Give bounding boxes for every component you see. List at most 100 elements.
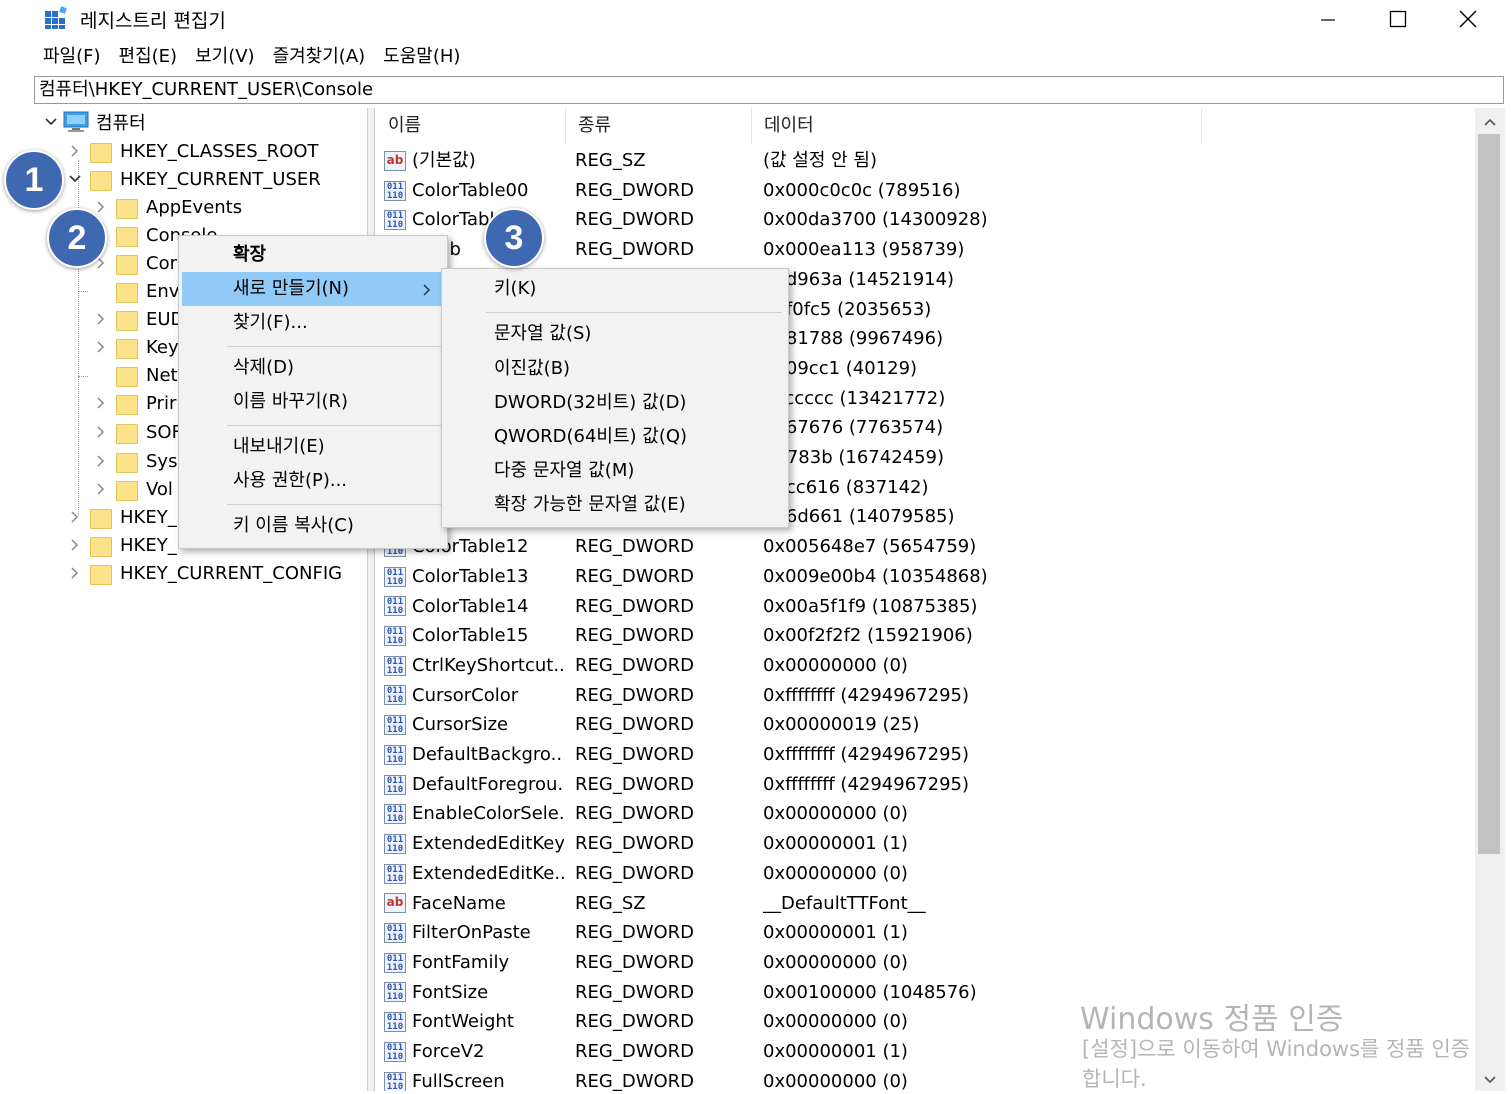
tree-item-software[interactable]: SOF	[92, 418, 182, 446]
tree-item-control-panel[interactable]: Cor	[92, 249, 177, 277]
binary-value-icon: 011110	[384, 180, 406, 201]
menu-bar: 파일(F) 편집(E) 보기(V) 즐겨찾기(A) 도움말(H)	[34, 44, 469, 72]
chevron-right-icon[interactable]	[92, 389, 110, 417]
menu-item-new[interactable]: 새로 만들기(N)	[233, 272, 349, 306]
table-row[interactable]: 011110ColorTable12REG_DWORD0x005648e7 (5…	[376, 532, 1376, 562]
scroll-thumb[interactable]	[1478, 134, 1500, 854]
chevron-up-icon	[1484, 118, 1496, 126]
submenu-item-expandable-string-value[interactable]: 확장 가능한 문자열 값(E)	[494, 488, 686, 522]
value-name-cell: 011 110 FontWeight	[384, 1007, 564, 1037]
binary-value-icon: 011110	[384, 952, 406, 973]
submenu-item-dword-value[interactable]: DWORD(32비트) 값(D)	[494, 386, 686, 420]
menu-item-delete[interactable]: 삭제(D)	[233, 351, 294, 385]
menu-view[interactable]: 보기(V)	[186, 44, 263, 72]
value-name-cell: 011 110 CtrlKeyShortcut...	[384, 651, 564, 681]
menu-item-permissions[interactable]: 사용 권한(P)...	[233, 464, 347, 498]
menu-file[interactable]: 파일(F)	[34, 44, 110, 72]
tree-item-hkey-current-config[interactable]: HKEY_CURRENT_CONFIG	[66, 559, 342, 587]
submenu-item-key[interactable]: 키(K)	[494, 272, 536, 306]
tree-item-eudc[interactable]: EUD	[92, 305, 184, 333]
table-row[interactable]: 011 110 DefaultForegrou... REG_DWORD 0xfffff…	[376, 770, 1376, 800]
binary-value-icon: 011110	[384, 863, 406, 884]
table-row[interactable]: 011 110 DefaultBackgro... REG_DWORD 0xffffff…	[376, 740, 1376, 770]
tree-item-hkey-users[interactable]: HKEY_	[66, 531, 177, 559]
column-header-type[interactable]: 종류	[566, 108, 752, 144]
menu-item-expand[interactable]: 확장	[233, 238, 266, 272]
tree-item-hkey-classes-root[interactable]: HKEY_CLASSES_ROOT	[66, 137, 319, 165]
minimize-button[interactable]	[1293, 0, 1363, 38]
chevron-right-icon[interactable]	[66, 531, 84, 559]
table-row[interactable]: 011 110 ExtendedEditKey REG_DWORD 0x00000001…	[376, 829, 1376, 859]
tree-item-keyboard-layout[interactable]: Key	[92, 333, 179, 361]
submenu-item-qword-value[interactable]: QWORD(64비트) 값(Q)	[494, 420, 687, 454]
binary-value-icon: 011110	[384, 626, 406, 647]
menu-favorites[interactable]: 즐겨찾기(A)	[264, 44, 375, 72]
context-menu: 확장 새로 만들기(N) 찾기(F)... 삭제(D) 이름 바꾸기(R) 내보…	[178, 235, 448, 549]
tree-item-computer[interactable]: 컴퓨터	[42, 108, 146, 136]
chevron-down-icon[interactable]	[66, 165, 84, 193]
table-row[interactable]: 011 110 ColorTable15 REG_DWORD 0x00f2f2f2 (1…	[376, 621, 1376, 651]
chevron-right-icon[interactable]	[92, 418, 110, 446]
chevron-right-icon[interactable]	[92, 475, 110, 503]
column-header-data[interactable]: 데이터	[752, 108, 1202, 144]
table-row[interactable]: 011 110 FontFamily REG_DWORD 0x00000000 (0)	[376, 948, 1376, 978]
chevron-right-icon[interactable]	[92, 447, 110, 475]
table-row[interactable]: 011 110 FilterOnPaste REG_DWORD 0x00000001 (…	[376, 918, 1376, 948]
tree-item-hkey-local-machine[interactable]: HKEY_	[66, 503, 177, 531]
tree-item-system[interactable]: Sys	[92, 447, 177, 475]
maximize-button[interactable]	[1363, 0, 1433, 38]
tree-item-printers[interactable]: Prir	[92, 389, 176, 417]
table-row[interactable]: 011 110 EnableColorSele... REG_DWORD 0x00000…	[376, 799, 1376, 829]
value-name-cell: 011 110 ColorTable00	[384, 176, 564, 206]
menu-edit[interactable]: 편집(E)	[110, 44, 187, 72]
tree-item-appevents[interactable]: AppEvents	[92, 193, 242, 221]
chevron-right-icon[interactable]	[66, 559, 84, 587]
column-header-name[interactable]: 이름	[376, 108, 566, 144]
submenu-item-string-value[interactable]: 문자열 값(S)	[494, 317, 591, 351]
chevron-right-icon[interactable]	[66, 503, 84, 531]
tree-item-hkey-current-user[interactable]: HKEY_CURRENT_USER	[66, 165, 321, 193]
table-row[interactable]: 011 110 ColorTable00 REG_DWORD 0x000c0c0c (7…	[376, 176, 1376, 206]
scroll-up-button[interactable]	[1475, 110, 1505, 134]
value-name-cell: ab (기본값)	[384, 146, 564, 176]
table-row[interactable]: 011 110 ExtendedEditKe... REG_DWORD 0x000000…	[376, 859, 1376, 889]
value-data: 0x00000000 (0)	[763, 862, 908, 884]
table-row[interactable]: 011 110 CursorColor REG_DWORD 0xffffffff (42…	[376, 681, 1376, 711]
value-data: 0x00f2f2f2 (15921906)	[763, 625, 973, 647]
value-data: 0dd963a (14521914)	[763, 268, 955, 290]
table-row[interactable]: 011 110 ColorTable13 REG_DWORD 0x009e00b4 (1…	[376, 562, 1376, 592]
tree-item-label: HKEY_	[120, 534, 177, 556]
binary-value-icon: 011110	[384, 210, 406, 231]
table-row[interactable]: ab (기본값) REG_SZ (값 설정 안 됨)	[376, 146, 1376, 176]
close-button[interactable]	[1433, 0, 1503, 38]
value-data: 0x00000019 (25)	[763, 714, 920, 736]
value-type: REG_DWORD	[575, 773, 695, 795]
value-name: FontFamily	[412, 951, 510, 973]
chevron-right-icon[interactable]	[92, 333, 110, 361]
tree-item-volatile-environment[interactable]: Vol	[92, 475, 173, 503]
chevron-right-icon[interactable]	[66, 137, 84, 165]
table-row[interactable]: 011 110 CursorSize REG_DWORD 0x00000019 (25)	[376, 710, 1376, 740]
vertical-scrollbar[interactable]	[1475, 108, 1505, 1091]
table-row[interactable]: 011 110 CtrlKeyShortcut... REG_DWORD 0x00000…	[376, 651, 1376, 681]
submenu-item-multi-string-value[interactable]: 다중 문자열 값(M)	[494, 454, 634, 488]
value-data: 0x00000000 (0)	[763, 951, 908, 973]
chevron-right-icon[interactable]	[92, 305, 110, 333]
menu-item-find[interactable]: 찾기(F)...	[233, 306, 308, 340]
menu-item-copy-key-name[interactable]: 키 이름 복사(C)	[233, 509, 354, 543]
menu-item-export[interactable]: 내보내기(E)	[233, 430, 325, 464]
value-type: REG_SZ	[575, 150, 646, 171]
new-submenu: 키(K) 문자열 값(S) 이진값(B) DWORD(32비트) 값(D) QW…	[441, 268, 789, 528]
submenu-item-binary-value[interactable]: 이진값(B)	[494, 352, 570, 386]
tree-item-network[interactable]: Net	[92, 361, 178, 389]
table-row[interactable]: ab FaceName REG_SZ __DefaultTTFont__	[376, 889, 1376, 919]
chevron-down-icon[interactable]	[42, 108, 60, 136]
folder-icon	[116, 479, 138, 501]
table-row[interactable]: 011 110 ColorTable14 REG_DWORD 0x00a5f1f9 (1…	[376, 592, 1376, 622]
value-type: REG_DWORD	[575, 239, 695, 261]
menu-help[interactable]: 도움말(H)	[374, 44, 469, 72]
value-name-cell: 011 110 ColorTable13	[384, 562, 564, 592]
menu-item-rename[interactable]: 이름 바꾸기(R)	[233, 385, 348, 419]
tree-item-environment[interactable]: Env	[92, 277, 179, 305]
address-bar[interactable]: 컴퓨터\HKEY_CURRENT_USER\Console	[34, 76, 1504, 104]
